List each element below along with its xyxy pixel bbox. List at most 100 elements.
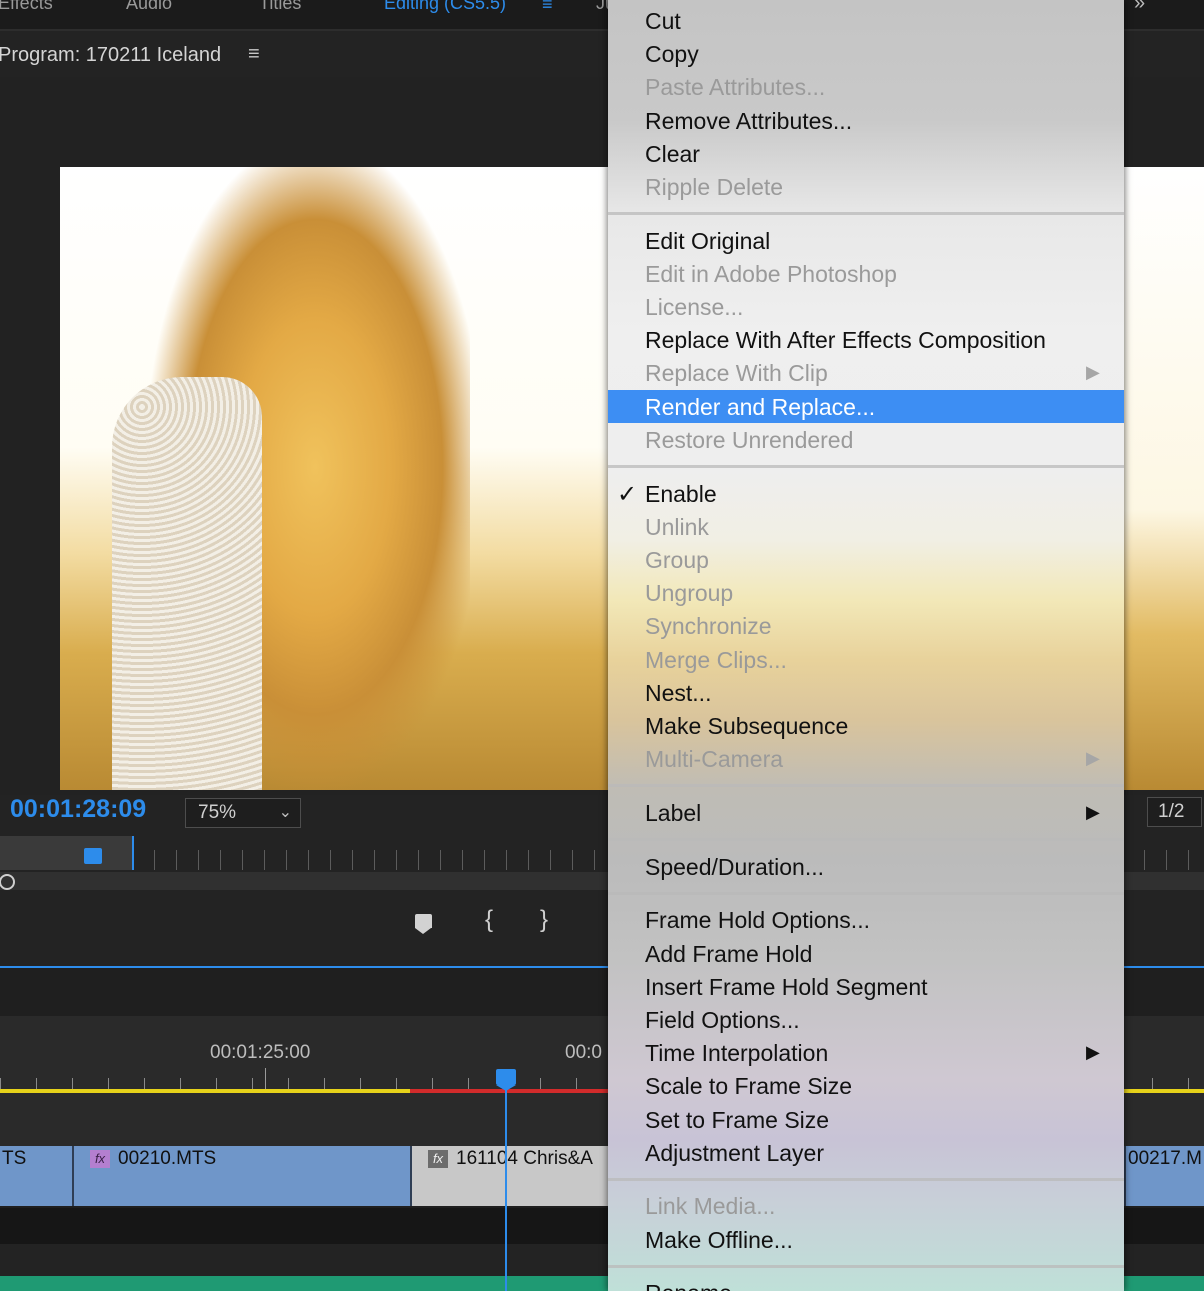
menu-item-label: Copy	[645, 41, 699, 67]
menu-separator	[608, 212, 1124, 215]
menu-item-label: Edit in Adobe Photoshop	[645, 261, 897, 287]
playhead-timecode[interactable]: 00:01:28:09	[10, 795, 146, 824]
menu-item-label: Edit Original	[645, 228, 771, 254]
menu-item-label: Render and Replace...	[645, 394, 876, 420]
tab-audio[interactable]: Audio	[126, 0, 172, 14]
submenu-arrow-icon: ▶	[1086, 802, 1100, 822]
zoom-level-select[interactable]: 75% ⌄	[185, 798, 301, 828]
menu-item-remove-attributes[interactable]: Remove Attributes...	[608, 104, 1124, 137]
menu-item-label: Clear	[645, 141, 700, 167]
menu-item-clear[interactable]: Clear	[608, 137, 1124, 170]
menu-item-speed-duration[interactable]: Speed/Duration...	[608, 850, 1124, 883]
timeline-clip[interactable]: fx 161104 Chris&A	[410, 1146, 608, 1206]
menu-item-make-subsequence[interactable]: Make Subsequence	[608, 709, 1124, 742]
video-frame-edge	[1123, 167, 1204, 790]
mark-in-icon[interactable]: {	[478, 906, 500, 940]
timeline-clip[interactable]: fx 00210.MTS	[72, 1146, 410, 1206]
add-marker-icon[interactable]	[413, 906, 435, 940]
menu-item-edit-original[interactable]: Edit Original	[608, 224, 1124, 257]
menu-item-add-frame-hold[interactable]: Add Frame Hold	[608, 937, 1124, 970]
menu-item-insert-frame-hold-segment[interactable]: Insert Frame Hold Segment	[608, 970, 1124, 1003]
ruler-time-label: 00:01:25:00	[210, 1042, 311, 1063]
timeline-playhead-handle[interactable]	[496, 1069, 516, 1085]
tab-effects[interactable]: Effects	[0, 0, 53, 14]
menu-item-label: Make Subsequence	[645, 713, 849, 739]
menu-item-rename[interactable]: Rename...	[608, 1276, 1124, 1291]
hamburger-icon[interactable]: ≡	[542, 0, 553, 15]
menu-item-label: Cut	[645, 8, 681, 34]
menu-item-field-options[interactable]: Field Options...	[608, 1003, 1124, 1036]
menu-item-paste-attributes: Paste Attributes...	[608, 70, 1124, 103]
menu-item-make-offline[interactable]: Make Offline...	[608, 1223, 1124, 1256]
menu-item-group: Group	[608, 543, 1124, 576]
timeline-clip[interactable]: TS	[0, 1146, 72, 1206]
zoom-level-value: 75%	[198, 802, 237, 823]
menu-item-label: Make Offline...	[645, 1227, 793, 1253]
menu-item-label: Frame Hold Options...	[645, 907, 870, 933]
timeline-clip[interactable]: 00217.M	[1124, 1146, 1204, 1206]
menu-item-ripple-delete: Ripple Delete	[608, 170, 1124, 203]
double-chevron-icon[interactable]: »	[1134, 0, 1145, 15]
fx-badge-icon: fx	[428, 1150, 448, 1168]
menu-item-label: Speed/Duration...	[645, 854, 825, 880]
monitor-playhead-handle[interactable]	[84, 848, 102, 864]
menu-item-label: Label	[645, 800, 702, 826]
video-subject-dress	[112, 377, 262, 790]
menu-item-replace-with-after-effects-composition[interactable]: Replace With After Effects Composition	[608, 323, 1124, 356]
menu-item-label: Multi-Camera	[645, 746, 784, 772]
fx-badge-icon: fx	[90, 1150, 110, 1168]
menu-item-label: Add Frame Hold	[645, 941, 813, 967]
menu-item-frame-hold-options[interactable]: Frame Hold Options...	[608, 903, 1124, 936]
menu-separator	[608, 1265, 1124, 1268]
menu-item-label: Paste Attributes...	[645, 74, 826, 100]
menu-item-adjustment-layer[interactable]: Adjustment Layer	[608, 1136, 1124, 1169]
timeline-major-tick	[265, 1068, 266, 1090]
clip-context-menu: Cut Copy Paste Attributes... Remove Attribu…	[608, 0, 1124, 1291]
tab-titles[interactable]: Titles	[259, 0, 301, 14]
menu-item-label: Ripple Delete	[645, 174, 784, 200]
menu-item-label: Ungroup	[645, 580, 734, 606]
render-bar-yellow	[0, 1089, 410, 1093]
menu-item-unlink: Unlink	[608, 510, 1124, 543]
check-icon: ✓	[617, 481, 638, 508]
menu-item-scale-to-frame-size[interactable]: Scale to Frame Size	[608, 1069, 1124, 1102]
menu-item-license: License...	[608, 290, 1124, 323]
menu-item-cut[interactable]: Cut	[608, 4, 1124, 37]
submenu-arrow-icon: ▶	[1086, 1042, 1100, 1062]
menu-item-label: Time Interpolation	[645, 1040, 829, 1066]
menu-item-restore-unrendered: Restore Unrendered	[608, 423, 1124, 456]
clip-name: TS	[2, 1148, 27, 1169]
menu-separator	[608, 1178, 1124, 1181]
menu-item-label: Replace With After Effects Composition	[645, 327, 1046, 353]
submenu-arrow-icon: ▶	[1086, 748, 1100, 768]
menu-item-nest[interactable]: Nest...	[608, 676, 1124, 709]
playback-resolution-select[interactable]: 1/2	[1147, 797, 1202, 827]
menu-item-time-interpolation[interactable]: Time Interpolation ▶	[608, 1036, 1124, 1069]
menu-item-copy[interactable]: Copy	[608, 37, 1124, 70]
menu-item-label: Remove Attributes...	[645, 108, 853, 134]
timeline-playhead-line	[505, 1089, 507, 1291]
menu-item-set-to-frame-size[interactable]: Set to Frame Size	[608, 1103, 1124, 1136]
menu-item-label: Scale to Frame Size	[645, 1073, 853, 1099]
menu-item-label[interactable]: Label ▶	[608, 796, 1124, 829]
program-monitor-title[interactable]: Program: 170211 Iceland	[0, 44, 221, 67]
work-area-bar[interactable]	[0, 836, 134, 870]
panel-menu-icon[interactable]: ≡	[248, 43, 260, 66]
menu-item-render-and-replace[interactable]: Render and Replace...	[608, 390, 1124, 423]
menu-item-label: Set to Frame Size	[645, 1107, 830, 1133]
render-bar-yellow	[1124, 1089, 1204, 1093]
menu-item-edit-in-adobe-photoshop: Edit in Adobe Photoshop	[608, 257, 1124, 290]
menu-item-ungroup: Ungroup	[608, 576, 1124, 609]
menu-item-enable[interactable]: ✓ Enable	[608, 477, 1124, 510]
ruler-time-label: 00:0	[565, 1042, 602, 1063]
menu-item-multi-camera: Multi-Camera ▶	[608, 742, 1124, 775]
premiere-workspace: Effects Audio Titles Editing (CS5.5) ≡ J…	[0, 0, 1204, 1291]
mark-out-icon[interactable]: }	[533, 906, 555, 940]
tab-editing[interactable]: Editing (CS5.5)	[384, 0, 506, 14]
clip-name: 00217.M	[1128, 1148, 1202, 1169]
menu-item-label: Replace With Clip	[645, 360, 828, 386]
menu-item-label: Adjustment Layer	[645, 1140, 824, 1166]
menu-item-label: Nest...	[645, 680, 712, 706]
menu-item-label: Field Options...	[645, 1007, 800, 1033]
menu-item-label: License...	[645, 294, 744, 320]
